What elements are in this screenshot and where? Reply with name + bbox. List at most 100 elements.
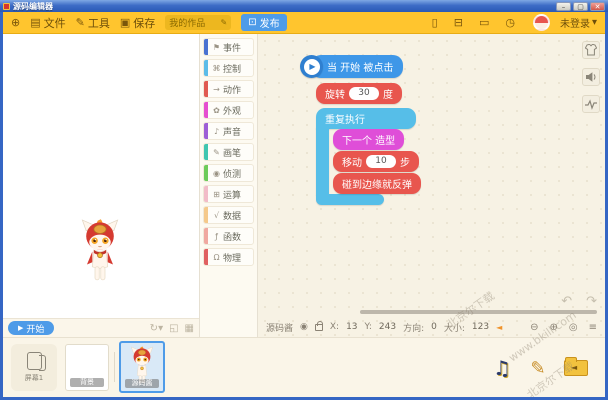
stage-panel: ▶ 开始 ↻▾ ◱ ▦ xyxy=(3,34,200,337)
block-repeat-forever[interactable]: 重复执行 xyxy=(316,108,416,129)
close-button[interactable]: ✕ xyxy=(590,1,605,11)
minimize-button[interactable]: – xyxy=(556,1,571,11)
caret-down-icon: ▾ xyxy=(591,17,597,28)
zoom-in-icon[interactable]: ⊕ xyxy=(549,322,557,333)
functions-color-bar xyxy=(204,228,208,244)
palette-category-label: 数据 xyxy=(223,211,242,222)
center-target-icon[interactable]: ◎ xyxy=(569,322,578,333)
sensing-color-bar xyxy=(204,165,208,181)
looks-icon: ✿ xyxy=(213,105,220,115)
block-when-start-clicked[interactable]: ▶ 当 开始 被点击 xyxy=(300,55,404,78)
palette-category-looks[interactable]: ✿ 外观 xyxy=(203,101,254,119)
block-move[interactable]: 移动 10 步 xyxy=(333,151,419,172)
costume-tab-button[interactable] xyxy=(582,41,600,59)
background-thumbnail[interactable]: 背景 xyxy=(65,344,109,391)
palette-category-events[interactable]: ⚑ 事件 xyxy=(203,38,254,56)
block-next-costume[interactable]: 下一个 造型 xyxy=(333,129,405,150)
palette-category-sensing[interactable]: ◉ 侦测 xyxy=(203,164,254,182)
screen-card[interactable]: 屏幕1 xyxy=(11,344,57,391)
status-direction-value: 0 xyxy=(431,322,437,332)
functions-icon: ƒ xyxy=(215,231,218,241)
block-workspace[interactable]: ▶ 当 开始 被点击 旋转 30 度 重复执行 下一个 造型 移动 10 步 碰… xyxy=(258,34,605,337)
side-tools xyxy=(582,41,600,113)
data-color-bar xyxy=(204,207,208,223)
client-area: ⊕ ▤ 文件 ✎ 工具 ▣ 保存 我的作品 ✎ ⊡ 发布 ▯ ⊟ ▭ ◷ 未登录… xyxy=(3,12,605,397)
repeat-spine xyxy=(316,127,329,195)
stage-footer: ▶ 开始 ↻▾ ◱ ▦ xyxy=(3,318,199,337)
project-name-input[interactable]: 我的作品 ✎ xyxy=(165,15,232,30)
palette-category-label: 侦测 xyxy=(223,169,242,180)
block-bounce-on-edge[interactable]: 碰到边缘就反弹 xyxy=(333,173,421,194)
start-button[interactable]: ▶ 开始 xyxy=(8,321,55,335)
sound-tab-button[interactable] xyxy=(582,68,600,86)
avatar[interactable] xyxy=(532,14,550,31)
palette-category-motion[interactable]: → 动作 xyxy=(203,80,254,98)
file-icon: ▤ xyxy=(30,16,41,29)
palette-category-functions[interactable]: ƒ 函数 xyxy=(203,227,254,245)
motion-icon: → xyxy=(213,84,220,94)
pen-color-bar xyxy=(204,144,208,160)
speaker-icon xyxy=(586,72,596,82)
edit-pencil-icon: ✎ xyxy=(220,18,228,27)
play-icon: ▶ xyxy=(300,55,323,78)
looks-color-bar xyxy=(204,102,208,118)
box-icon[interactable]: ⊟ xyxy=(454,16,463,29)
events-color-bar xyxy=(204,39,208,55)
folder-icon[interactable]: ▭ xyxy=(479,16,489,29)
physics-color-bar xyxy=(204,249,208,265)
palette-category-sound[interactable]: ♪ 声音 xyxy=(203,122,254,140)
thumb-divider xyxy=(114,352,115,382)
title-bar: 源码编辑器 – ▢ ✕ xyxy=(0,0,608,12)
add-music-button[interactable]: ♫ xyxy=(487,352,517,384)
sprite-thumbnail-selected[interactable]: 源码酱 xyxy=(119,341,165,393)
grid-icon[interactable]: ▦ xyxy=(185,323,194,334)
pen-icon: ✎ xyxy=(213,147,220,157)
visibility-eye-icon[interactable]: ◉ xyxy=(300,322,308,332)
palette-category-control[interactable]: ⌘ 控制 xyxy=(203,59,254,77)
fullscreen-icon[interactable]: ◱ xyxy=(169,323,178,334)
data-tab-button[interactable] xyxy=(582,95,600,113)
palette-category-operators[interactable]: ⊞ 运算 xyxy=(203,185,254,203)
clock-icon[interactable]: ◷ xyxy=(505,16,515,29)
palette-category-data[interactable]: √ 数据 xyxy=(203,206,254,224)
import-button[interactable] xyxy=(561,352,591,384)
rotate-value-input[interactable]: 30 xyxy=(349,87,379,100)
physics-icon: Ω xyxy=(213,252,220,262)
rotate-device-icon[interactable]: ↻▾ xyxy=(150,323,163,334)
publish-button[interactable]: ⊡ 发布 xyxy=(241,14,287,31)
horizontal-scrollbar[interactable] xyxy=(360,310,597,314)
sound-icon: ♪ xyxy=(213,126,220,136)
menu-bar: ⊕ ▤ 文件 ✎ 工具 ▣ 保存 我的作品 ✎ ⊡ 发布 ▯ ⊟ ▭ ◷ 未登录… xyxy=(3,12,605,34)
window-title: 源码编辑器 xyxy=(13,1,53,11)
menu-save[interactable]: ▣ 保存 xyxy=(120,15,155,31)
menu-tools[interactable]: ✎ 工具 xyxy=(76,15,110,31)
music-icon: ♫ xyxy=(493,356,511,380)
maximize-button[interactable]: ▢ xyxy=(573,1,588,11)
app-icon xyxy=(3,2,10,10)
menu-file[interactable]: ▤ 文件 xyxy=(30,15,65,31)
status-x-value: 13 xyxy=(346,322,358,332)
redo-button[interactable]: ↷ xyxy=(586,294,597,309)
publish-icon: ⊡ xyxy=(248,17,257,28)
move-value-input[interactable]: 10 xyxy=(366,155,396,168)
motion-color-bar xyxy=(204,81,208,97)
palette-category-label: 外观 xyxy=(223,106,242,117)
sprite-on-stage[interactable] xyxy=(77,215,123,291)
paint-button[interactable]: ✎ xyxy=(523,352,553,384)
phone-icon[interactable]: ▯ xyxy=(432,16,438,29)
app-window: 源码编辑器 – ▢ ✕ ⊕ ▤ 文件 ✎ 工具 ▣ 保存 我的作品 ✎ ⊡ 发布… xyxy=(0,0,608,400)
operators-color-bar xyxy=(204,186,208,202)
list-menu-icon[interactable]: ≡ xyxy=(589,322,597,333)
palette-category-physics[interactable]: Ω 物理 xyxy=(203,248,254,266)
palette-category-pen[interactable]: ✎ 画笔 xyxy=(203,143,254,161)
zoom-out-icon[interactable]: ⊖ xyxy=(530,322,538,333)
upload-folder-icon xyxy=(564,357,588,376)
undo-button[interactable]: ↶ xyxy=(561,294,572,309)
block-rotate[interactable]: 旋转 30 度 xyxy=(316,83,402,104)
login-button[interactable]: 未登录 ▾ xyxy=(560,15,597,30)
palette-category-label: 动作 xyxy=(223,85,242,96)
globe-icon[interactable]: ⊕ xyxy=(11,16,20,29)
palette-category-label: 运算 xyxy=(223,190,242,201)
events-icon: ⚑ xyxy=(212,42,221,52)
lock-icon[interactable] xyxy=(314,320,323,331)
